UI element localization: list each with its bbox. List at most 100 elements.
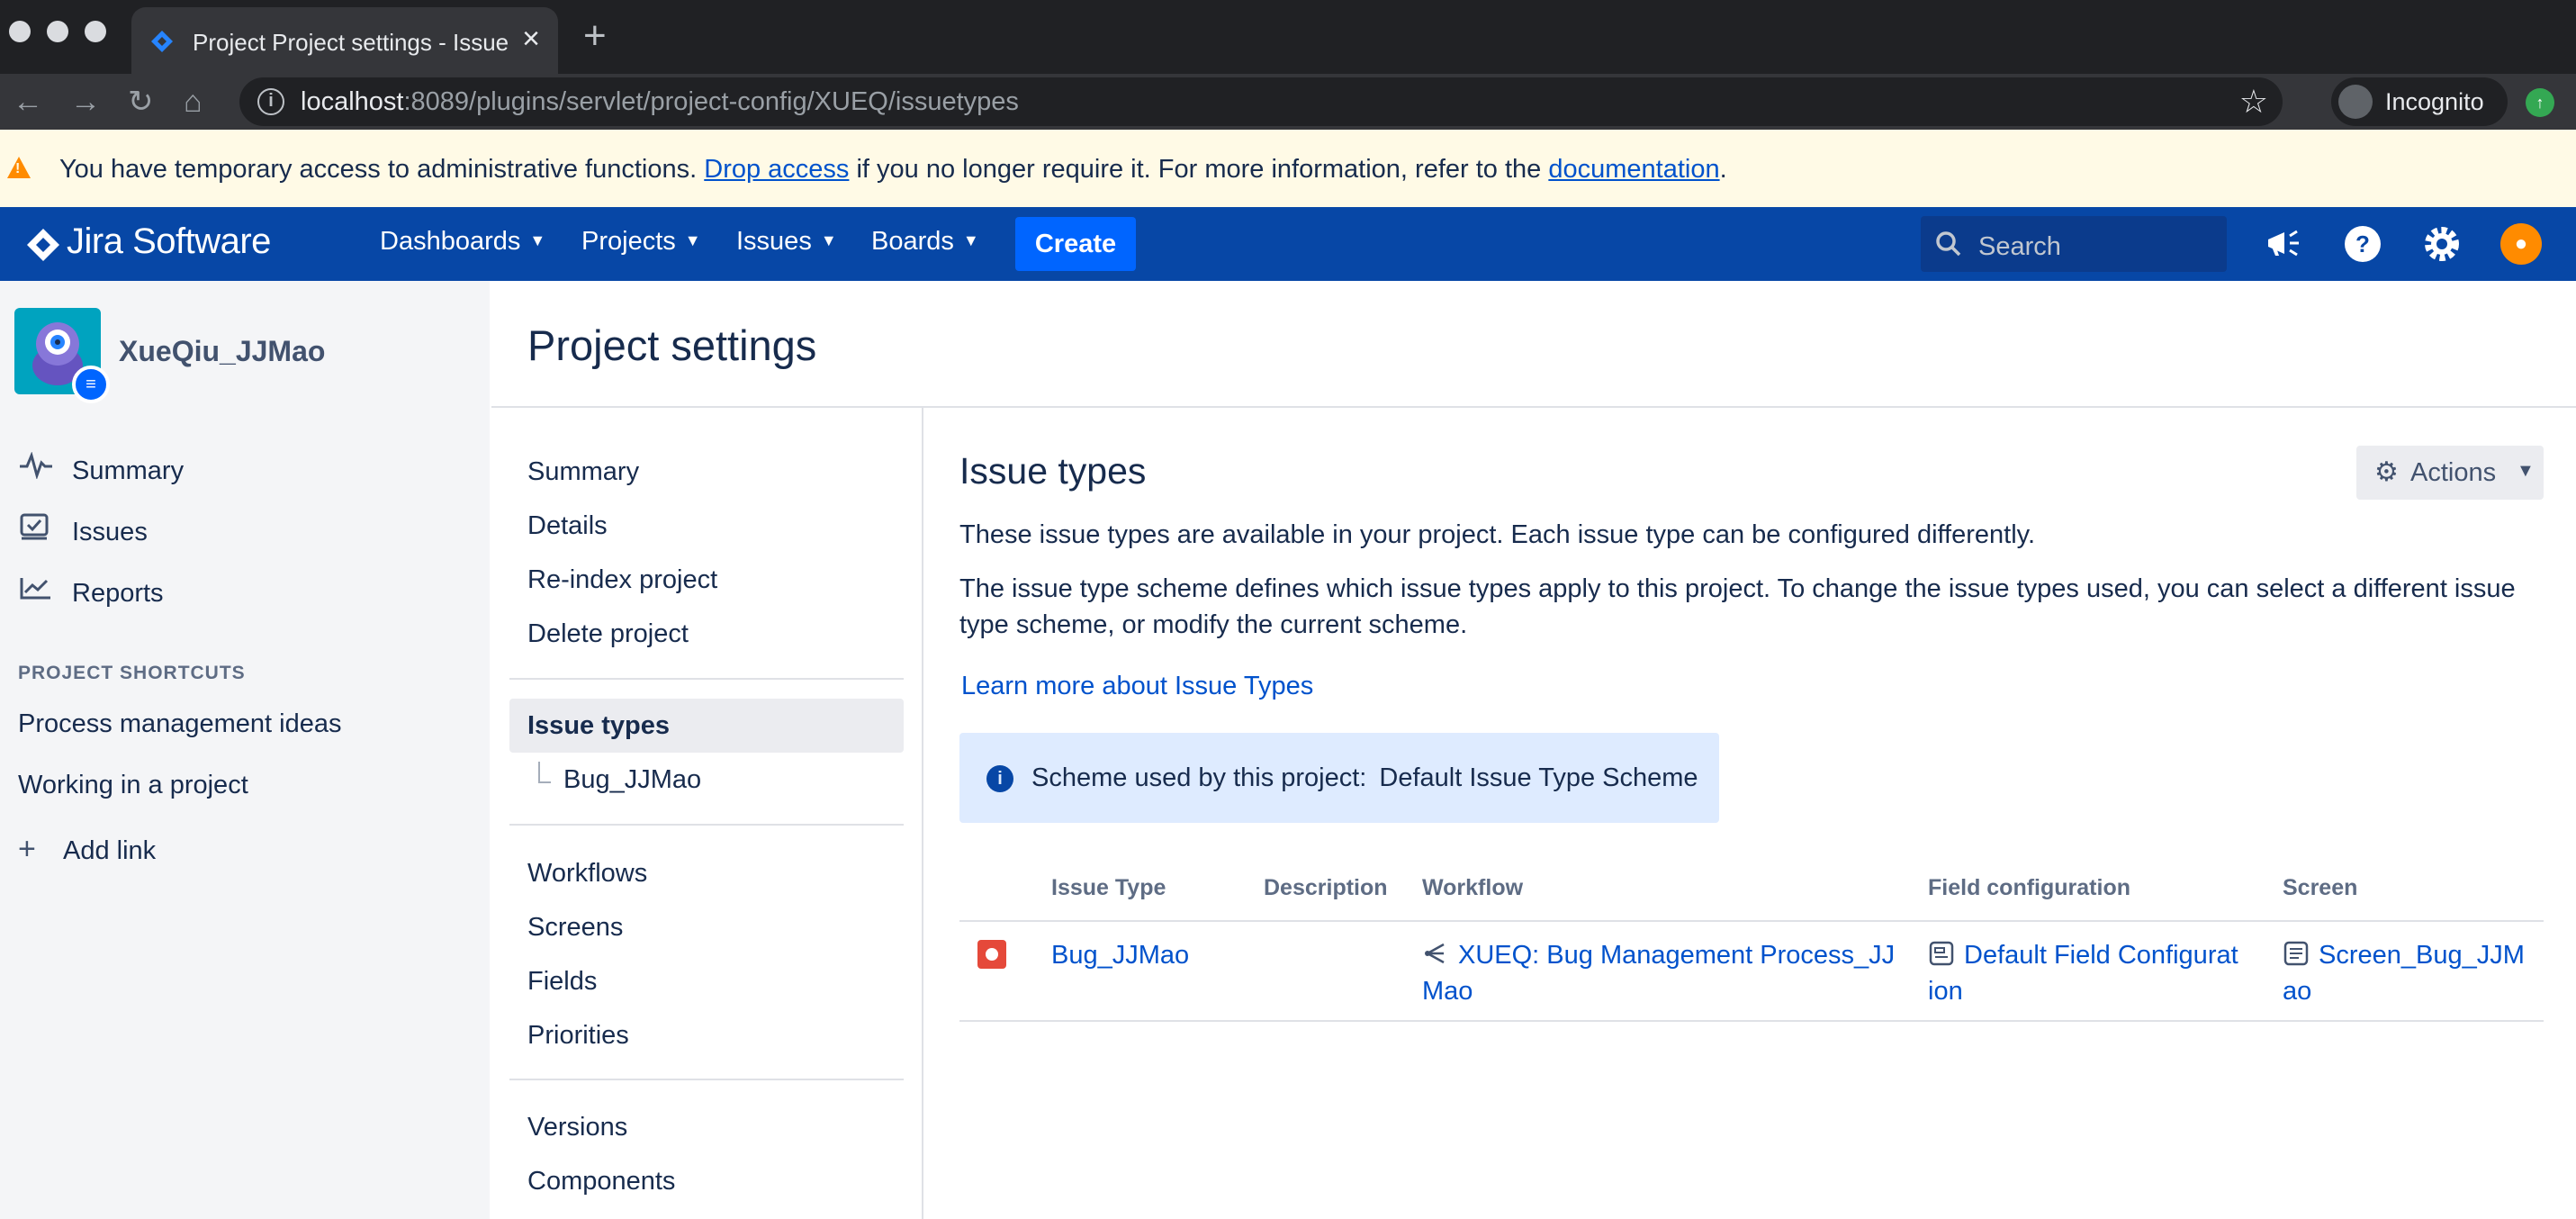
- learn-more-link[interactable]: Learn more about Issue Types: [961, 672, 1313, 701]
- browser-tab[interactable]: Project Project settings - Issue ×: [131, 7, 558, 74]
- actions-button[interactable]: ⚙ Actions ▼: [2356, 446, 2544, 500]
- forward-icon[interactable]: →: [70, 85, 101, 119]
- search-placeholder: Search: [1978, 232, 2061, 261]
- drop-access-link[interactable]: Drop access: [704, 155, 849, 184]
- banner-text: You have temporary access to administrat…: [59, 155, 1727, 184]
- issue-type-link[interactable]: Bug_JJMao: [1051, 937, 1189, 973]
- settings-nav-priorities[interactable]: Priorities: [527, 1021, 629, 1051]
- settings-nav-components[interactable]: Components: [527, 1167, 675, 1196]
- tree-connector: [538, 762, 551, 783]
- issue-types-heading: Issue types: [959, 450, 1147, 492]
- pulse-icon: [20, 452, 52, 479]
- column-header-issue-type: Issue Type: [1051, 875, 1166, 900]
- site-info-icon[interactable]: i: [257, 88, 284, 115]
- shortcut-process-management-ideas[interactable]: Process management ideas: [18, 709, 341, 739]
- issue-types-description: These issue types are available in your …: [959, 520, 2036, 549]
- header-divider: [491, 406, 2576, 408]
- settings-nav-divider: [922, 406, 923, 1219]
- documentation-link[interactable]: documentation: [1548, 155, 1719, 184]
- project-name[interactable]: XueQiu_JJMao: [119, 335, 325, 368]
- window-zoom-dot[interactable]: [85, 21, 106, 42]
- search-icon: [1936, 231, 1961, 257]
- column-header-workflow: Workflow: [1422, 875, 1524, 900]
- url-input[interactable]: i localhost:8089/plugins/servlet/project…: [239, 77, 2283, 126]
- settings-nav-summary[interactable]: Summary: [527, 457, 639, 487]
- field-configuration-link[interactable]: Default Field Configurat ion: [1928, 937, 2261, 1009]
- table-row-divider: [959, 1020, 2544, 1022]
- column-header-field-configuration: Field configuration: [1928, 875, 2130, 900]
- jira-logo-icon[interactable]: [25, 227, 61, 263]
- project-type-badge-icon: ≡: [72, 366, 110, 403]
- extension-icon[interactable]: ↑: [2526, 88, 2554, 117]
- project-shortcuts-heading: PROJECT SHORTCUTS: [18, 663, 246, 683]
- nav-issues[interactable]: Issues ▼: [736, 227, 837, 257]
- column-header-screen: Screen: [2283, 875, 2358, 900]
- add-link-button[interactable]: + Add link: [18, 832, 156, 867]
- table-header-divider: [959, 920, 2544, 922]
- jira-brand-name[interactable]: Jira Software: [67, 221, 271, 262]
- search-input[interactable]: Search: [1921, 216, 2227, 272]
- incognito-label: Incognito: [2385, 88, 2484, 115]
- settings-nav-issue-types[interactable]: Issue types: [527, 711, 670, 741]
- workflow-icon: [1425, 943, 1445, 964]
- scheme-info-box: i Scheme used by this project: Default I…: [959, 733, 1719, 823]
- info-icon: i: [986, 765, 1013, 792]
- settings-nav-versions[interactable]: Versions: [527, 1113, 627, 1142]
- screen-icon: [2283, 941, 2309, 966]
- issues-board-icon: [20, 513, 49, 540]
- settings-nav-delete-project[interactable]: Delete project: [527, 619, 689, 649]
- window-minimize-dot[interactable]: [47, 21, 68, 42]
- incognito-indicator[interactable]: Incognito: [2331, 77, 2508, 126]
- settings-nav-issue-type-bug[interactable]: Bug_JJMao: [563, 765, 701, 795]
- issue-type-scheme-description: The issue type scheme defines which issu…: [959, 574, 2516, 639]
- reports-chart-icon: [20, 578, 50, 600]
- jira-favicon-icon: [151, 31, 173, 52]
- tab-close-icon[interactable]: ×: [522, 23, 540, 54]
- settings-nav-fields[interactable]: Fields: [527, 967, 597, 997]
- user-avatar[interactable]: ●: [2500, 223, 2542, 265]
- home-icon[interactable]: ⌂: [184, 85, 203, 119]
- scheme-name: Default Issue Type Scheme: [1379, 763, 1698, 792]
- settings-nav-separator: [509, 678, 904, 680]
- sidebar-item-issues[interactable]: Issues: [18, 513, 148, 547]
- create-button[interactable]: Create: [1015, 217, 1136, 271]
- scheme-text: Scheme used by this project: Default Iss…: [1031, 763, 1698, 792]
- field-configuration-icon: [1929, 941, 1954, 966]
- svg-text:?: ?: [2355, 230, 2370, 257]
- settings-nav-separator: [509, 1079, 904, 1080]
- help-icon[interactable]: ?: [2342, 223, 2383, 265]
- settings-nav-details[interactable]: Details: [527, 511, 608, 541]
- nav-projects[interactable]: Projects ▼: [581, 227, 701, 257]
- url-text: localhost:8089/plugins/servlet/project-c…: [301, 87, 1019, 116]
- settings-nav-workflows[interactable]: Workflows: [527, 859, 647, 889]
- settings-nav-screens[interactable]: Screens: [527, 913, 623, 943]
- browser-tab-bar: Project Project settings - Issue × +: [0, 0, 2576, 74]
- jira-top-nav: Jira Software Dashboards ▼ Projects ▼ Issu…: [0, 207, 2576, 281]
- sidebar-item-reports[interactable]: Reports: [18, 574, 164, 609]
- bookmark-star-icon[interactable]: ☆: [2239, 83, 2268, 121]
- announcement-megaphone-icon[interactable]: [2263, 223, 2304, 265]
- back-icon[interactable]: ←: [13, 85, 43, 119]
- nav-dashboards[interactable]: Dashboards ▼: [380, 227, 545, 257]
- new-tab-icon[interactable]: +: [583, 16, 607, 56]
- workflow-link[interactable]: XUEQ: Bug Management Process_JJ Mao: [1422, 937, 1899, 1009]
- window-close-dot[interactable]: [9, 21, 31, 42]
- settings-nav-reindex-project[interactable]: Re-index project: [527, 565, 717, 595]
- project-sidebar: ≡ XueQiu_JJMao Summary Issues Reports PR…: [0, 281, 490, 1219]
- address-bar: ← → ↻ ⌂ i localhost:8089/plugins/servlet…: [0, 74, 2576, 130]
- settings-gear-icon[interactable]: [2421, 223, 2463, 265]
- chevron-down-icon: ▼: [2517, 461, 2535, 481]
- tab-title: Project Project settings - Issue: [193, 29, 508, 56]
- shortcut-working-in-a-project[interactable]: Working in a project: [18, 771, 248, 800]
- reload-icon[interactable]: ↻: [128, 85, 154, 119]
- column-header-description: Description: [1264, 875, 1388, 900]
- page-title: Project settings: [527, 321, 817, 369]
- plus-icon: +: [18, 832, 36, 866]
- admin-access-banner: ! You have temporary access to administr…: [0, 130, 2576, 207]
- gear-icon: ⚙: [2374, 457, 2399, 487]
- screen-link[interactable]: Screen_Bug_JJM ao: [2283, 937, 2544, 1009]
- settings-nav-separator: [509, 824, 904, 826]
- bug-issue-type-icon: [977, 940, 1006, 969]
- nav-boards[interactable]: Boards ▼: [871, 227, 979, 257]
- sidebar-item-summary[interactable]: Summary: [18, 452, 184, 486]
